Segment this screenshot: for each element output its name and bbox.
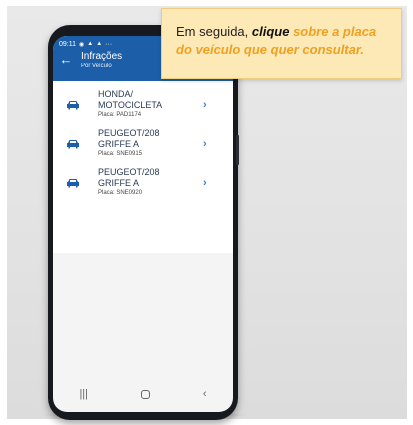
car-icon: [67, 101, 79, 110]
car-icon: [67, 140, 79, 149]
phone-device: 09:11 ◉ ▲ ▲ ··· ← Infrações Por Veículo …: [48, 25, 238, 420]
vehicle-text: HONDA/ MOTOCICLETA Placa: PAD1174: [98, 89, 162, 119]
car-icon: [67, 179, 79, 188]
back-nav-icon[interactable]: ‹: [203, 388, 207, 400]
chevron-right-icon: ›: [203, 138, 207, 150]
app-title-group: Infrações Por Veículo: [81, 51, 122, 70]
signal-icon: ▲: [87, 41, 94, 47]
status-more: ···: [105, 40, 113, 48]
vehicle-plate: Placa: SNE0920: [98, 190, 143, 196]
notification-icon: ◉: [79, 41, 85, 48]
callout-text-1: Em seguida,: [176, 24, 252, 39]
status-bar: 09:11 ◉ ▲ ▲ ···: [59, 39, 112, 49]
phone-screen: 09:11 ◉ ▲ ▲ ··· ← Infrações Por Veículo …: [53, 36, 233, 412]
phone-side-button: [236, 135, 239, 165]
arrow-left-icon[interactable]: ←: [59, 53, 73, 67]
vehicle-plate: Placa: SNE0915: [98, 151, 143, 157]
page-subtitle: Por Veículo: [81, 63, 112, 69]
page-title: Infrações: [81, 51, 123, 62]
list-item-vehicle-2[interactable]: PEUGEOT/208 GRIFFE A Placa: SNE0915 ›: [53, 126, 233, 165]
vehicle-name-line2: GRIFFE A: [98, 139, 140, 149]
callout-text-click: clique: [251, 24, 290, 39]
vehicle-name-line1: PEUGEOT/208: [98, 128, 160, 138]
vehicle-name-line1: PEUGEOT/208: [98, 167, 160, 177]
vehicle-text: PEUGEOT/208 GRIFFE A Placa: SNE0920: [98, 167, 160, 197]
list-item-vehicle-1[interactable]: HONDA/ MOTOCICLETA Placa: PAD1174 ›: [53, 87, 233, 126]
recents-icon[interactable]: |||: [79, 388, 88, 400]
chevron-right-icon: ›: [203, 99, 207, 111]
home-icon[interactable]: [140, 389, 150, 399]
chevron-right-icon: ›: [203, 177, 207, 189]
vehicle-name-line2: GRIFFE A: [98, 178, 140, 188]
signal-icon-2: ▲: [96, 41, 103, 47]
vehicle-plate: Placa: PAD1174: [98, 112, 142, 118]
system-nav-bar: ||| ‹: [53, 376, 233, 412]
vehicle-list: HONDA/ MOTOCICLETA Placa: PAD1174 › PEUG…: [53, 81, 233, 253]
vehicle-text: PEUGEOT/208 GRIFFE A Placa: SNE0915: [98, 128, 160, 158]
status-time: 09:11: [59, 40, 76, 48]
vehicle-name-line1: HONDA/: [98, 89, 134, 99]
vehicle-name-line2: MOTOCICLETA: [98, 100, 163, 110]
instruction-callout: Em seguida, clique sobre a placa do veíc…: [161, 8, 402, 79]
list-item-vehicle-3[interactable]: PEUGEOT/208 GRIFFE A Placa: SNE0920 ›: [53, 165, 233, 204]
